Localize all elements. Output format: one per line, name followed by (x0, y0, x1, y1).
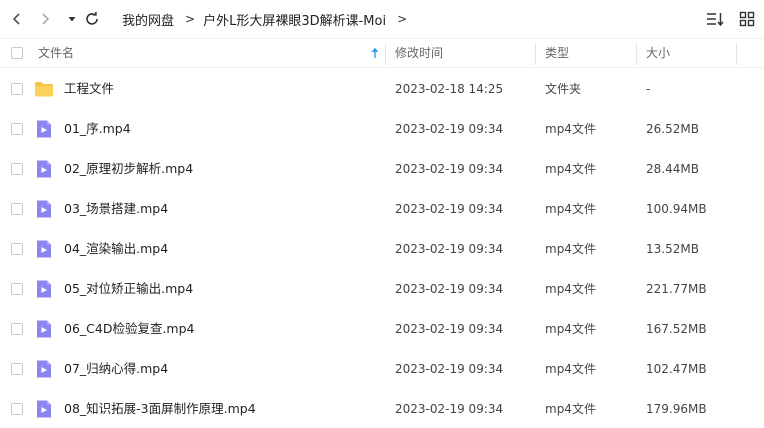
sort-list-icon (707, 13, 724, 27)
file-modified: 2023-02-19 09:34 (395, 242, 504, 256)
file-size: 13.52MB (646, 242, 699, 256)
video-file-icon (37, 320, 51, 338)
file-name: 08_知识拓展-3面屏制作原理.mp4 (64, 401, 256, 416)
breadcrumb-root[interactable]: 我的网盘 (122, 10, 174, 29)
folder-icon (35, 82, 53, 97)
video-file-icon (37, 120, 51, 138)
row-checkbox[interactable] (11, 283, 23, 295)
select-all-checkbox[interactable] (11, 47, 23, 59)
file-name: 03_场景搭建.mp4 (64, 201, 169, 216)
file-type: mp4文件 (545, 362, 596, 376)
history-dropdown-button[interactable] (61, 8, 83, 30)
breadcrumb-current[interactable]: 户外L形大屏裸眼3D解析课-Moi (203, 10, 386, 29)
file-type: 文件夹 (545, 82, 582, 96)
file-row[interactable]: 06_C4D检验复查.mp4 2023-02-19 09:34 mp4文件 16… (0, 309, 764, 349)
sort-options-button[interactable] (706, 10, 724, 28)
row-checkbox[interactable] (11, 123, 23, 135)
column-divider[interactable] (535, 43, 536, 65)
caret-down-icon (68, 17, 76, 22)
file-type: mp4文件 (545, 162, 596, 176)
file-name: 02_原理初步解析.mp4 (64, 161, 194, 176)
file-name: 07_归纳心得.mp4 (64, 361, 169, 376)
video-file-icon (37, 280, 51, 298)
file-modified: 2023-02-19 09:34 (395, 282, 504, 296)
refresh-button[interactable] (81, 8, 103, 30)
video-file-icon (37, 360, 51, 378)
navigation-bar: 我的网盘 > 户外L形大屏裸眼3D解析课-Moi > (0, 0, 764, 38)
view-tools (706, 10, 756, 28)
video-file-icon (37, 240, 51, 258)
row-checkbox[interactable] (11, 403, 23, 415)
sort-ascending-icon[interactable] (370, 47, 380, 59)
column-size-header[interactable]: 大小 (646, 39, 670, 67)
file-list: 工程文件 2023-02-18 14:25 文件夹 - 01_序.mp4 202… (0, 69, 764, 428)
file-size: 167.52MB (646, 322, 707, 336)
row-checkbox[interactable] (11, 203, 23, 215)
file-modified: 2023-02-19 09:34 (395, 162, 504, 176)
file-modified: 2023-02-18 14:25 (395, 82, 504, 96)
chevron-left-icon (12, 13, 20, 25)
forward-button[interactable] (34, 8, 56, 30)
file-type: mp4文件 (545, 282, 596, 296)
column-divider[interactable] (385, 43, 386, 65)
file-modified: 2023-02-19 09:34 (395, 322, 504, 336)
row-checkbox[interactable] (11, 83, 23, 95)
file-type: mp4文件 (545, 202, 596, 216)
video-file-icon (37, 200, 51, 218)
file-modified: 2023-02-19 09:34 (395, 362, 504, 376)
file-size: 179.96MB (646, 402, 707, 416)
grid-view-icon (739, 11, 755, 27)
file-row[interactable]: 工程文件 2023-02-18 14:25 文件夹 - (0, 69, 764, 109)
breadcrumb-separator: > (185, 12, 196, 26)
column-type-header[interactable]: 类型 (545, 39, 569, 67)
video-file-icon (37, 160, 51, 178)
file-row[interactable]: 04_渲染输出.mp4 2023-02-19 09:34 mp4文件 13.52… (0, 229, 764, 269)
file-type: mp4文件 (545, 322, 596, 336)
file-size: 28.44MB (646, 162, 699, 176)
file-size: 102.47MB (646, 362, 707, 376)
file-modified: 2023-02-19 09:34 (395, 202, 504, 216)
file-row[interactable]: 01_序.mp4 2023-02-19 09:34 mp4文件 26.52MB (0, 109, 764, 149)
row-checkbox[interactable] (11, 243, 23, 255)
column-divider[interactable] (636, 43, 637, 65)
refresh-icon (86, 11, 98, 25)
file-type: mp4文件 (545, 402, 596, 416)
file-modified: 2023-02-19 09:34 (395, 402, 504, 416)
file-type: mp4文件 (545, 122, 596, 136)
file-modified: 2023-02-19 09:34 (395, 122, 504, 136)
row-checkbox[interactable] (11, 163, 23, 175)
grid-view-button[interactable] (738, 10, 756, 28)
file-row[interactable]: 07_归纳心得.mp4 2023-02-19 09:34 mp4文件 102.4… (0, 349, 764, 389)
breadcrumb-separator[interactable]: > (397, 12, 407, 26)
column-modified-header[interactable]: 修改时间 (395, 39, 443, 67)
column-name-header[interactable]: 文件名 (38, 39, 74, 67)
file-size: 100.94MB (646, 202, 707, 216)
file-row[interactable]: 05_对位矫正输出.mp4 2023-02-19 09:34 mp4文件 221… (0, 269, 764, 309)
file-row[interactable]: 02_原理初步解析.mp4 2023-02-19 09:34 mp4文件 28.… (0, 149, 764, 189)
file-row[interactable]: 08_知识拓展-3面屏制作原理.mp4 2023-02-19 09:34 mp4… (0, 389, 764, 428)
file-type: mp4文件 (545, 242, 596, 256)
video-file-icon (37, 400, 51, 418)
back-button[interactable] (6, 8, 28, 30)
file-name: 工程文件 (64, 81, 115, 96)
row-checkbox[interactable] (11, 323, 23, 335)
file-name: 01_序.mp4 (64, 121, 131, 136)
file-name: 06_C4D检验复查.mp4 (64, 321, 195, 336)
chevron-right-icon (42, 13, 50, 25)
row-checkbox[interactable] (11, 363, 23, 375)
file-name: 04_渲染输出.mp4 (64, 241, 169, 256)
breadcrumb: 我的网盘 > 户外L形大屏裸眼3D解析课-Moi > (122, 10, 415, 29)
column-header: 文件名 修改时间 类型 大小 (0, 38, 764, 68)
file-name: 05_对位矫正输出.mp4 (64, 281, 194, 296)
file-size: - (646, 82, 651, 96)
column-divider[interactable] (736, 43, 737, 65)
file-row[interactable]: 03_场景搭建.mp4 2023-02-19 09:34 mp4文件 100.9… (0, 189, 764, 229)
file-size: 221.77MB (646, 282, 707, 296)
file-size: 26.52MB (646, 122, 699, 136)
